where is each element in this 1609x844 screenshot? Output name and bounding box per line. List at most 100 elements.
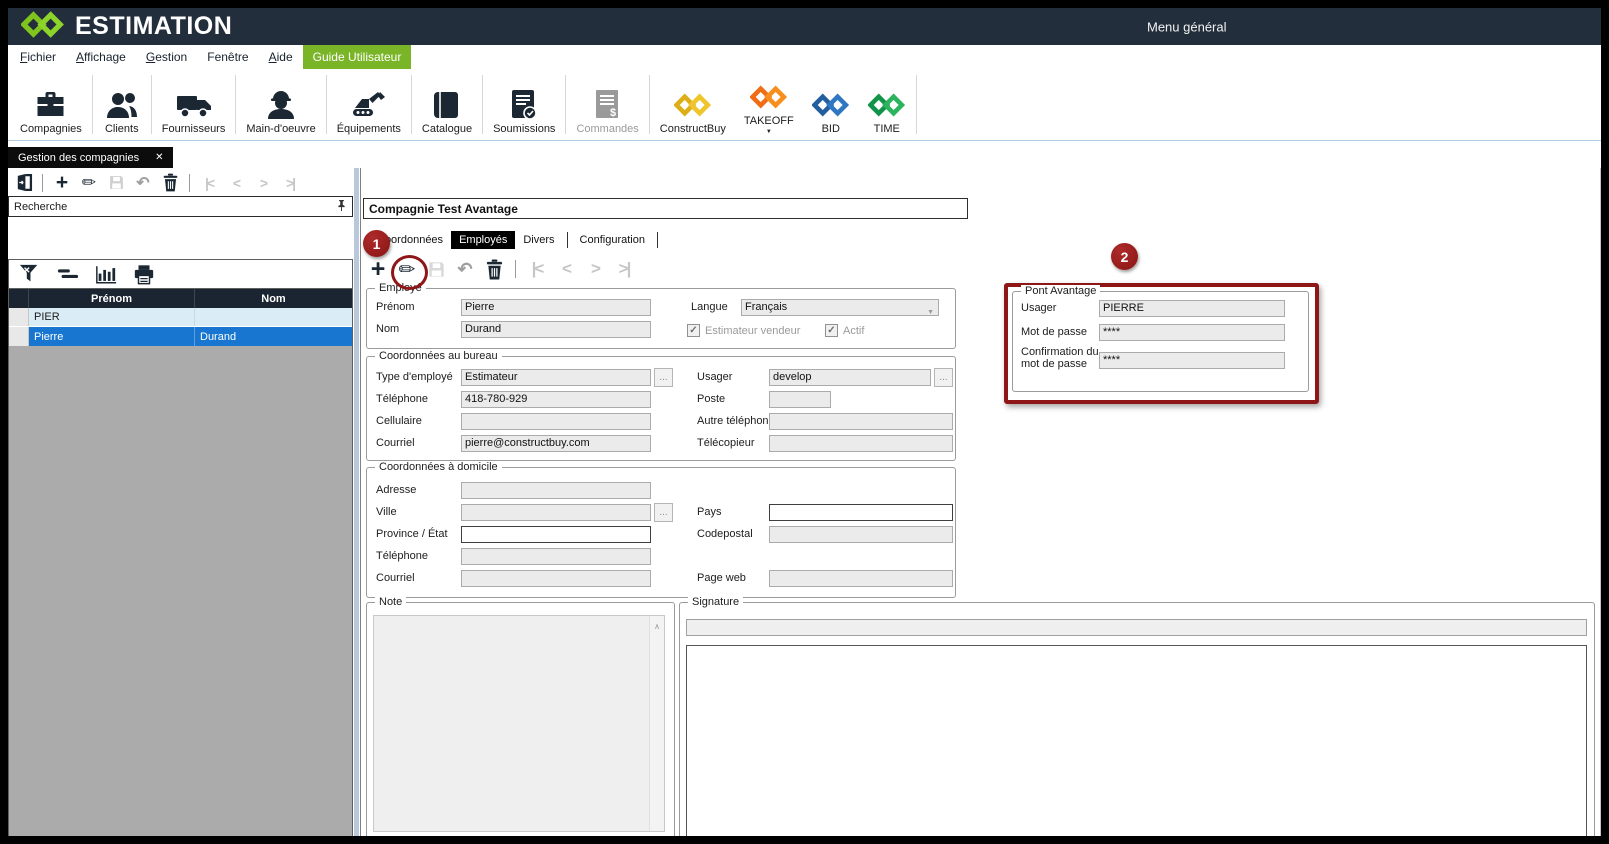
pont-motdepasse-label: Mot de passe — [1021, 326, 1087, 338]
row-indicator — [9, 308, 29, 326]
toolbar-label: Commandes — [576, 123, 638, 135]
usager-input: develop — [769, 369, 931, 386]
toolbar-button-equipements[interactable]: Équipements — [328, 69, 410, 140]
menu-affichage[interactable]: Affichage — [66, 45, 136, 69]
province-label: Province / État — [376, 528, 448, 540]
pont-confirmation-label: Confirmation du mot de passe — [1021, 346, 1099, 370]
add-employee-button[interactable]: + — [367, 257, 389, 281]
cell-nom[interactable]: Durand — [195, 327, 352, 346]
chart-icon[interactable] — [95, 262, 117, 286]
menu-fenetre[interactable]: Fenêtre — [197, 45, 258, 69]
trash-icon[interactable] — [159, 171, 181, 195]
menu-fichier[interactable]: Fichier — [10, 45, 66, 69]
cellulaire-input — [461, 413, 651, 430]
menu-aide[interactable]: Aide — [259, 45, 303, 69]
tab-divers[interactable]: Divers — [515, 231, 562, 249]
nav-previous-icon: < — [555, 257, 577, 281]
pin-icon[interactable] — [336, 198, 347, 216]
row-indicator-header — [9, 289, 29, 308]
nav-first-icon: |< — [198, 171, 220, 195]
pays-label: Pays — [697, 506, 721, 518]
toolbar-button-main-doeuvre[interactable]: Main-d'oeuvre — [237, 69, 324, 140]
pays-input[interactable] — [769, 504, 953, 521]
printer-icon[interactable] — [133, 262, 155, 286]
toolbar-separator — [482, 75, 483, 134]
codepostal-label: Codepostal — [697, 528, 753, 540]
pageweb-input — [769, 570, 953, 587]
company-detail-panel: Compagnie Test Avantage Coordonnées Empl… — [360, 168, 1601, 836]
column-header-prenom[interactable]: Prénom — [29, 289, 195, 308]
toolbar-button-soumissions[interactable]: Soumissions — [484, 69, 564, 140]
toolbar-button-clients[interactable]: Clients — [94, 69, 150, 140]
toolbar-button-constructbuy[interactable]: ConstructBuy — [651, 69, 735, 140]
toolbar-separator — [326, 75, 327, 134]
signature-canvas[interactable] — [686, 645, 1587, 836]
province-input[interactable] — [461, 526, 651, 543]
menu-guide-utilisateur[interactable]: Guide Utilisateur — [303, 45, 412, 69]
group-coordonnees-domicile: Coordonnées à domicile Adresse Ville ...… — [366, 467, 956, 598]
grid-header-row: Prénom Nom — [9, 289, 352, 308]
tab-separator — [567, 232, 568, 248]
ville-input — [461, 504, 651, 521]
toolbar-button-takeoff[interactable]: TAKEOFF ▼ — [735, 69, 803, 140]
filter-icon[interactable] — [19, 262, 41, 286]
autre-telephone-label: Autre téléphone — [697, 415, 775, 427]
save-icon — [425, 257, 447, 281]
group-note: Note ∧ — [366, 602, 675, 836]
estimateur-vendeur-checkbox: ✓ Estimateur vendeur — [687, 324, 800, 337]
column-header-nom[interactable]: Nom — [195, 289, 352, 308]
search-input[interactable]: Recherche — [8, 196, 353, 217]
courriel-domicile-label: Courriel — [376, 572, 415, 584]
add-button[interactable]: + — [51, 171, 73, 195]
telephone-domicile-label: Téléphone — [376, 550, 428, 562]
summary-bars-icon[interactable] — [57, 262, 79, 286]
cell-prenom[interactable]: Pierre — [29, 327, 195, 346]
filter-cell-prenom[interactable]: PIER — [29, 308, 195, 326]
group-employe: Employé Prénom Pierre Nom Durand Langue … — [366, 288, 956, 349]
exit-icon[interactable] — [12, 171, 34, 195]
edit-pencil-button[interactable]: ✏ — [78, 171, 100, 195]
excavator-icon — [351, 86, 387, 123]
toolbar-button-fournisseurs[interactable]: Fournisseurs — [153, 69, 235, 140]
pageweb-label: Page web — [697, 572, 746, 584]
document-check-icon — [510, 86, 538, 123]
type-employe-input: Estimateur — [461, 369, 651, 386]
ville-label: Ville — [376, 506, 397, 518]
toolbar-label: Compagnies — [20, 123, 82, 135]
employee-toolbar: + ✏ ↶ |< < > >| — [367, 254, 635, 284]
chevron-down-icon[interactable]: ▼ — [766, 129, 772, 135]
trash-icon[interactable] — [483, 257, 505, 281]
actif-label: Actif — [843, 325, 864, 337]
worker-icon — [265, 86, 297, 123]
note-textarea[interactable] — [373, 615, 665, 832]
pont-confirmation-input: **** — [1099, 352, 1285, 369]
tab-configuration[interactable]: Configuration — [572, 231, 653, 249]
menu-gestion[interactable]: Gestion — [136, 45, 197, 69]
close-icon[interactable]: ✕ — [155, 152, 163, 163]
toolbar-separator — [916, 75, 917, 134]
toolbar-button-catalogue[interactable]: Catalogue — [413, 69, 481, 140]
toolbar-separator — [649, 75, 650, 134]
tab-gestion-des-compagnies[interactable]: Gestion des compagnies ✕ — [8, 147, 173, 168]
filter-cell-nom[interactable] — [195, 308, 352, 326]
toolbar-button-bid[interactable]: BID — [803, 69, 859, 140]
edit-employee-pencil-button[interactable]: ✏ — [396, 257, 418, 281]
cellulaire-label: Cellulaire — [376, 415, 422, 427]
scrollbar[interactable]: ∧ — [649, 616, 664, 831]
courriel-domicile-input — [461, 570, 651, 587]
panel-splitter[interactable] — [353, 168, 360, 836]
toolbar-button-compagnies[interactable]: Compagnies — [11, 69, 91, 140]
langue-label: Langue — [691, 301, 728, 313]
brand-logo-icon — [21, 11, 65, 43]
chevron-down-icon: ▼ — [927, 305, 934, 316]
scroll-up-icon[interactable]: ∧ — [654, 622, 660, 631]
courriel-input: pierre@constructbuy.com — [461, 435, 651, 452]
grid-row-selected[interactable]: Pierre Durand — [9, 327, 352, 346]
toolbar-button-time[interactable]: TIME — [859, 69, 915, 140]
pont-motdepasse-input: **** — [1099, 324, 1285, 341]
signature-toolbar — [686, 619, 1587, 636]
tab-employes[interactable]: Employés — [451, 231, 515, 249]
group-legend: Signature — [688, 596, 743, 609]
grid-filter-row[interactable]: PIER — [9, 308, 352, 327]
prenom-input: Pierre — [461, 299, 651, 316]
